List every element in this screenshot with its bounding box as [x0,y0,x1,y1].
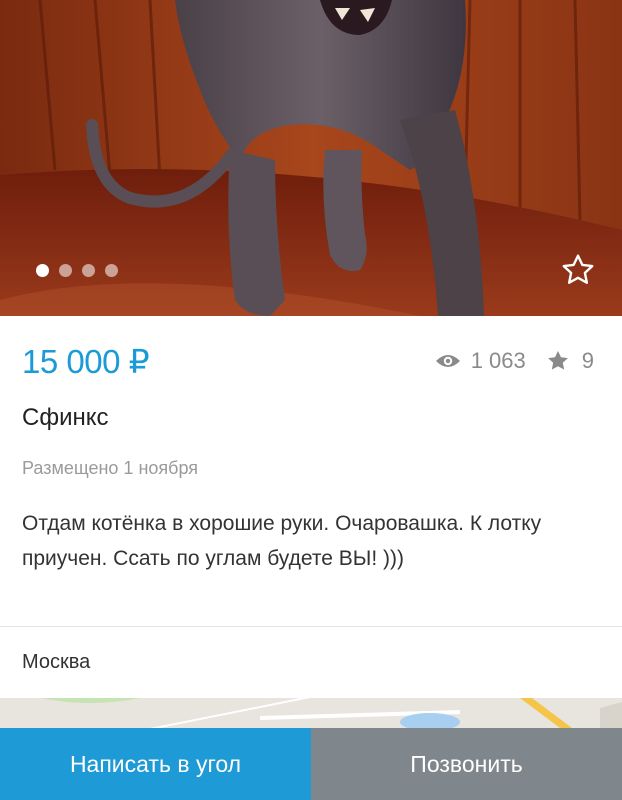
section-divider [0,626,622,627]
gallery-pagination[interactable] [36,264,118,277]
listing-photo[interactable] [0,0,622,316]
listing-stats: 1 063 9 [435,348,594,374]
eye-icon [435,352,461,370]
listing-price: 15 000 ₽ [22,343,150,380]
location-map[interactable] [0,698,622,728]
favorite-star-icon[interactable] [560,252,596,288]
gallery-dot-1[interactable] [36,264,49,277]
gallery-dot-2[interactable] [59,264,72,277]
call-button[interactable]: Позвонить [311,728,622,800]
star-icon [546,349,570,373]
posted-date: Размещено 1 ноября [22,458,199,478]
write-message-button[interactable]: Написать в угол [0,728,311,800]
favorites-count: 9 [581,348,594,373]
listing-location: Москва [22,651,91,673]
gallery-dot-3[interactable] [82,264,95,277]
listing-title: Сфинкс [22,404,109,431]
views-count: 1 063 [470,348,526,373]
gallery-dot-4[interactable] [105,264,118,277]
listing-info: 15 000 ₽ 1 063 9 Сфинкс Размещено 1 нояб… [0,316,622,628]
listing-description: Отдам котёнка в хорошие руки. Очаровашка… [22,512,542,570]
